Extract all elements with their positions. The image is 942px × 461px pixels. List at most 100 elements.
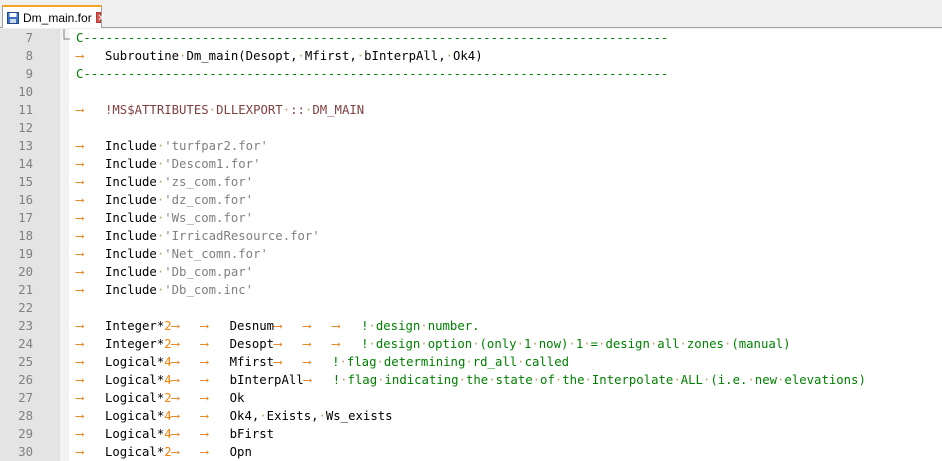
code-text: ⟶ Logical*4⟶ ⟶ Ok4,·Exists,·Ws_exists: [76, 407, 393, 425]
tab-dm-main[interactable]: Dm_main.for: [2, 5, 102, 28]
code-token: Exists,: [266, 409, 319, 423]
code-token: 'Db_com.par': [164, 265, 254, 279]
code-token: ·: [420, 337, 428, 351]
code-token: 2: [164, 445, 172, 459]
code-line[interactable]: 19 ⟶ Include·'Net_comn.for': [0, 245, 942, 263]
code-text: ⟶ Integer*2⟶ ⟶ Desopt⟶ ⟶ ⟶ !·design·option·(on…: [76, 335, 791, 353]
tab-arrow-icon: ⟶: [171, 427, 180, 441]
tab-arrow-icon: ⟶: [76, 391, 84, 405]
code-token: 4: [164, 427, 172, 441]
code-line[interactable]: 24 ⟶ Integer*2⟶ ⟶ Desopt⟶ ⟶ ⟶ !·design·option·(…: [0, 335, 942, 353]
code-token: ::: [290, 103, 305, 117]
tab-arrow-icon: ⟶: [76, 283, 84, 297]
code-token: design: [375, 337, 421, 351]
code-token: elevations): [784, 373, 866, 387]
code-token: 'dz_com.for': [164, 193, 254, 207]
tab-arrow-icon: ⟶: [332, 319, 340, 333]
code-token: the: [562, 373, 585, 387]
code-token: Ok4,: [229, 409, 260, 423]
code-text: ⟶ Logical*4⟶ ⟶ bInterpAll⟶ !·flag·indicating…: [76, 371, 866, 389]
tab-arrow-icon: ⟶: [76, 157, 84, 171]
line-number: 28: [18, 409, 33, 423]
tab-arrow-icon: ⟶: [303, 319, 311, 333]
code-text: ⟶ Integer*2⟶ ⟶ Desnum⟶ ⟶ ⟶ !·design·number.: [76, 317, 480, 335]
code-line[interactable]: 12: [0, 119, 942, 137]
line-number: 18: [18, 229, 33, 243]
close-icon[interactable]: [95, 12, 101, 23]
code-token: bInterpAll,: [364, 49, 446, 63]
tab-arrow-icon: ⟶: [200, 427, 209, 441]
tab-arrow-icon: ⟶: [76, 355, 84, 369]
line-number: 26: [18, 373, 33, 387]
code-text: ⟶ Logical*2⟶ ⟶ Opn: [76, 443, 252, 461]
code-line[interactable]: 29 ⟶ Logical*4⟶ ⟶ bFirst: [0, 425, 942, 443]
code-token: ·: [465, 355, 473, 369]
code-line[interactable]: 8 ⟶ Subroutine·Dm_main(Desopt,·Mfirst,·bIn…: [0, 47, 942, 65]
code-token: 4: [164, 409, 172, 423]
code-token: C---------------------------------------…: [76, 31, 669, 45]
code-token: ALL: [680, 373, 703, 387]
tab-arrow-icon: ⟶: [76, 211, 84, 225]
code-line[interactable]: 10: [0, 83, 942, 101]
code-line[interactable]: 20 ⟶ Include·'Db_com.par': [0, 263, 942, 281]
code-token: Logical*: [105, 409, 165, 423]
code-token: ·: [339, 355, 347, 369]
tab-arrow-icon: ⟶: [200, 409, 209, 423]
code-line[interactable]: 26 ⟶ Logical*4⟶ ⟶ bInterpAll⟶ !·flag·indicati…: [0, 371, 942, 389]
code-line[interactable]: 16 ⟶ Include·'dz_com.for': [0, 191, 942, 209]
line-number: 11: [18, 103, 33, 117]
code-token: Logical*: [105, 355, 165, 369]
line-number: 30: [18, 445, 33, 459]
code-token: Desopt: [229, 337, 275, 351]
code-line[interactable]: 13 ⟶ Include·'turfpar2.for': [0, 137, 942, 155]
code-line[interactable]: 15 ⟶ Include·'zs_com.for': [0, 173, 942, 191]
code-line[interactable]: 11 ⟶ !MS$ATTRIBUTES·DLLEXPORT·::·DM_MAIN: [0, 101, 942, 119]
tab-arrow-icon: ⟶: [171, 391, 180, 405]
code-line[interactable]: 14 ⟶ Include·'Descom1.for': [0, 155, 942, 173]
line-number: 16: [18, 193, 33, 207]
code-token: Integer*: [105, 319, 165, 333]
code-token: determining: [383, 355, 466, 369]
code-line[interactable]: 30 ⟶ Logical*2⟶ ⟶ Opn: [0, 443, 942, 461]
tab-arrow-icon: ⟶: [76, 193, 84, 207]
code-token: 'zs_com.for': [164, 175, 254, 189]
code-line[interactable]: 28 ⟶ Logical*4⟶ ⟶ Ok4,·Exists,·Ws_exists: [0, 407, 942, 425]
code-line[interactable]: 9 C--------------------------------------…: [0, 65, 942, 83]
code-line[interactable]: 17 ⟶ Include·'Ws_com.for': [0, 209, 942, 227]
tab-arrow-icon: ⟶: [303, 355, 311, 369]
code-line[interactable]: 21 ⟶ Include·'Db_com.inc': [0, 281, 942, 299]
code-token: ·: [445, 49, 453, 63]
code-token: flag: [347, 373, 378, 387]
code-token: ·: [517, 355, 525, 369]
code-line[interactable]: 23 ⟶ Integer*2⟶ ⟶ Desnum⟶ ⟶ ⟶ !·design·number.: [0, 317, 942, 335]
tab-arrow-icon: ⟶: [171, 355, 180, 369]
code-token: indicating: [384, 373, 459, 387]
code-line[interactable]: 18 ⟶ Include·'IrricadResource.for': [0, 227, 942, 245]
code-token: Logical*: [105, 427, 165, 441]
tab-arrow-icon: ⟶: [200, 445, 209, 459]
code-token: rd_all: [472, 355, 518, 369]
tab-bar: Dm_main.for: [0, 0, 942, 28]
tab-arrow-icon: ⟶: [76, 247, 84, 261]
line-number: 21: [18, 283, 33, 297]
code-token: ·: [340, 373, 348, 387]
code-line[interactable]: 25 ⟶ Logical*4⟶ ⟶ Mfirst⟶ ⟶ !·flag·determining…: [0, 353, 942, 371]
code-line[interactable]: 27 ⟶ Logical*2⟶ ⟶ Ok: [0, 389, 942, 407]
code-token: ·: [420, 319, 428, 333]
tab-arrow-icon: ⟶: [76, 229, 84, 243]
code-token: Include: [105, 157, 157, 171]
code-line[interactable]: 7 C--------------------------------------…: [0, 29, 942, 47]
code-token: Logical*: [105, 373, 165, 387]
code-text: ⟶ Include·'Db_com.par': [76, 263, 253, 281]
code-line[interactable]: 22: [0, 299, 942, 317]
code-token: design: [605, 337, 650, 351]
code-editor[interactable]: 7 C--------------------------------------…: [0, 29, 942, 461]
tab-arrow-icon: ⟶: [171, 373, 180, 387]
code-token: Include: [105, 229, 157, 243]
code-token: Ok4): [453, 49, 483, 63]
code-token: ·: [516, 337, 524, 351]
code-text: C---------------------------------------…: [76, 65, 668, 83]
code-token: ·: [377, 373, 385, 387]
code-text: ⟶ !MS$ATTRIBUTES·DLLEXPORT·::·DM_MAIN: [76, 101, 364, 119]
code-token: 4: [164, 355, 172, 369]
